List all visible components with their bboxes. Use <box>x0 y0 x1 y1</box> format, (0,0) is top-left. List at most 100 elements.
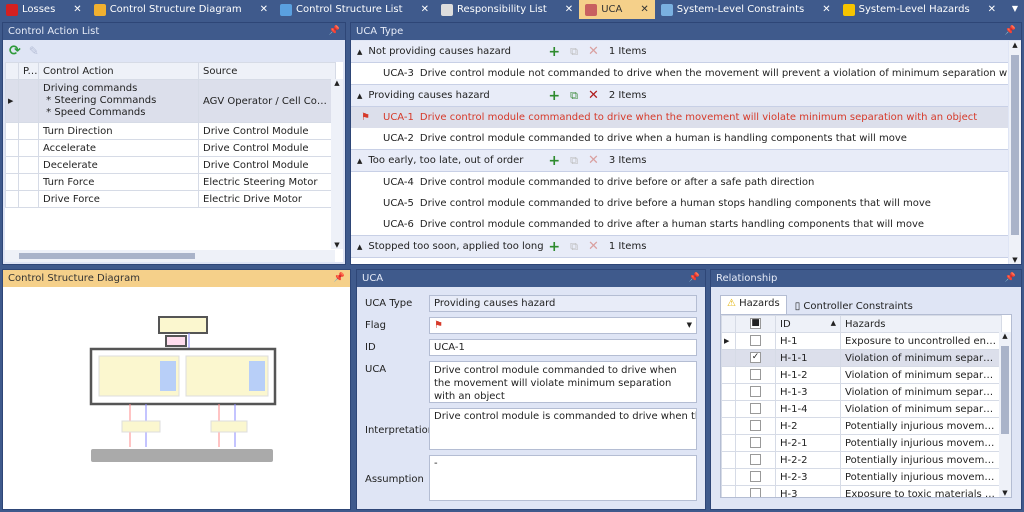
close-icon[interactable]: ✕ <box>988 4 996 15</box>
table-row[interactable]: Accelerate Drive Control Module <box>5 139 336 157</box>
pin-icon[interactable]: 📌 <box>1005 23 1016 40</box>
pin-icon[interactable]: 📌 <box>334 270 345 287</box>
duplicate-icon[interactable]: ⧉ <box>570 45 578 59</box>
add-icon[interactable]: + <box>548 239 560 255</box>
col-header[interactable]: Hazards <box>840 315 1002 333</box>
uca-list-item[interactable]: ⚑ UCA-1 Drive control module commanded to … <box>351 107 1008 128</box>
close-icon[interactable]: ✕ <box>421 4 429 15</box>
row-indicator <box>5 156 19 174</box>
tab-losses[interactable]: Losses ✕ <box>0 0 88 19</box>
col-header[interactable]: ID ▲ <box>775 315 841 333</box>
constraint-icon <box>660 3 673 16</box>
close-icon[interactable]: ✕ <box>260 4 268 15</box>
pin-icon[interactable]: 📌 <box>1005 270 1016 287</box>
pin-icon[interactable]: 📌 <box>689 270 700 287</box>
row-indicator <box>721 417 736 435</box>
table-row[interactable]: ▶ H-1 Exposure to uncontrolled energy... <box>721 332 1002 350</box>
col-header[interactable]: P... <box>18 62 39 80</box>
delete-icon[interactable]: ✕ <box>588 239 599 254</box>
collapse-icon[interactable]: ▲ <box>357 48 362 56</box>
collapse-icon[interactable]: ▲ <box>357 92 362 100</box>
table-row[interactable]: Turn Force Electric Steering Motor <box>5 173 336 191</box>
diagram-canvas[interactable] <box>3 287 350 509</box>
table-row[interactable]: H-1-3 Violation of minimum separation... <box>721 383 1002 401</box>
table-row[interactable]: Decelerate Drive Control Module <box>5 156 336 174</box>
uca-list-item[interactable]: UCA-6 Drive control module commanded to d… <box>351 214 1008 235</box>
interpretation-textarea[interactable]: Drive control module is commanded to dri… <box>429 408 697 450</box>
add-icon[interactable]: + <box>548 153 560 169</box>
tab-control-structure-diagram[interactable]: Control Structure Diagram ✕ <box>88 0 274 19</box>
table-row[interactable]: ✓ H-1-1 Violation of minimum separation... <box>721 349 1002 367</box>
delete-icon[interactable]: ✕ <box>588 44 599 59</box>
vertical-scrollbar[interactable]: ▲ ▼ <box>1009 41 1021 264</box>
table-row[interactable]: ▶ Driving commands * Steering Commands * … <box>5 79 336 123</box>
table-row[interactable]: H-2-2Potentially injurious movement o... <box>721 451 1002 469</box>
pin-icon[interactable]: 📌 <box>329 23 340 40</box>
collapse-icon[interactable]: ▲ <box>357 157 362 165</box>
uca-list-item[interactable]: UCA-2 Drive control module commanded to d… <box>351 128 1008 149</box>
hazard-checkbox[interactable] <box>750 471 761 483</box>
duplicate-icon[interactable]: ⧉ <box>570 240 578 254</box>
tab-system-level-hazards[interactable]: System-Level Hazards ✕ <box>837 0 1002 19</box>
assumption-textarea[interactable]: - <box>429 455 697 501</box>
hazard-checkbox[interactable] <box>750 454 761 466</box>
edit-icon[interactable]: ✎ <box>29 44 39 58</box>
close-icon[interactable]: ✕ <box>822 4 830 15</box>
collapse-icon[interactable]: ▲ <box>357 243 362 251</box>
uca-list-item[interactable]: UCA-4 Drive control module commanded to d… <box>351 172 1008 193</box>
vertical-scrollbar[interactable]: ▲ ▼ <box>999 332 1011 497</box>
table-row[interactable]: H-1-4 Violation of minimum separation... <box>721 400 1002 418</box>
table-row[interactable]: H-2-3Potentially injurious movement o... <box>721 468 1002 486</box>
duplicate-icon[interactable]: ⧉ <box>570 154 578 168</box>
id-input[interactable]: UCA-1 <box>429 339 697 356</box>
hazard-checkbox[interactable] <box>750 437 761 449</box>
tab-responsibility-list[interactable]: Responsibility List ✕ <box>435 0 579 19</box>
uca-group-header[interactable]: ▲ Not providing causes hazard + ⧉ ✕ 1 Items <box>351 41 1008 63</box>
flag-dropdown[interactable]: ⚑ ▼ <box>429 317 697 334</box>
uca-group-header[interactable]: ▲ Stopped too soon, applied too long + ⧉ ✕ 1 … <box>351 236 1008 258</box>
table-row[interactable]: H-2Potentially injurious movement o... <box>721 417 1002 435</box>
row-indicator: ▶ <box>5 79 19 123</box>
table-row[interactable]: Turn Direction Drive Control Module <box>5 122 336 140</box>
uca-list-item[interactable]: UCA-3 Drive control module not commanded … <box>351 63 1008 84</box>
hazard-checkbox[interactable] <box>750 335 761 347</box>
uca-group-header[interactable]: ▲ Providing causes hazard + ⧉ ✕ 2 Items <box>351 85 1008 107</box>
table-row[interactable]: Drive Force Electric Drive Motor <box>5 190 336 208</box>
table-row[interactable]: H-1-2 Violation of minimum separation... <box>721 366 1002 384</box>
tab-uca[interactable]: UCA ✕ <box>579 0 655 19</box>
close-icon[interactable]: ✕ <box>73 4 81 15</box>
hazard-checkbox[interactable] <box>750 488 761 497</box>
tab-system-level-constraints[interactable]: System-Level Constraints ✕ <box>655 0 837 19</box>
uca-list-item[interactable]: UCA-5 Drive control module commanded to d… <box>351 193 1008 214</box>
close-icon[interactable]: ✕ <box>565 4 573 15</box>
select-all-checkbox[interactable]: ■ <box>750 318 761 330</box>
tab-hazards[interactable]: ⚠ Hazards <box>720 295 787 314</box>
warning-icon: ⚠ <box>727 298 736 309</box>
uca-group-header[interactable]: ▲ Too early, too late, out of order + ⧉ ✕ 3 I… <box>351 150 1008 172</box>
duplicate-icon[interactable]: ⧉ <box>570 89 578 103</box>
panel-title-text: Control Structure Diagram <box>8 273 140 284</box>
table-row[interactable]: H-2-1Potentially injurious movement o... <box>721 434 1002 452</box>
delete-icon[interactable]: ✕ <box>588 153 599 168</box>
uca-textarea[interactable]: Drive control module commanded to drive … <box>429 361 697 403</box>
hazard-checkbox[interactable]: ✓ <box>750 352 761 364</box>
tab-control-structure-list[interactable]: Control Structure List ✕ <box>274 0 435 19</box>
refresh-icon[interactable]: ⟳ <box>9 43 21 59</box>
tab-controller-constraints[interactable]: ▯ Controller Constraints <box>787 299 921 314</box>
add-icon[interactable]: + <box>548 88 560 104</box>
table-row[interactable]: H-3 Exposure to toxic materials abov... <box>721 485 1002 497</box>
vertical-scrollbar[interactable]: ▲ ▼ <box>331 79 343 249</box>
horizontal-scrollbar[interactable] <box>5 250 335 262</box>
col-header[interactable]: Source <box>198 62 336 80</box>
add-icon[interactable]: + <box>548 44 560 60</box>
tab-overflow-icon[interactable]: ▼ <box>1012 4 1018 13</box>
uca-text: Drive control module commanded to drive … <box>419 219 925 230</box>
close-icon[interactable]: ✕ <box>640 4 648 15</box>
hazard-checkbox[interactable] <box>750 369 761 381</box>
hazard-checkbox[interactable] <box>750 420 761 432</box>
hazard-checkbox[interactable] <box>750 386 761 398</box>
delete-icon[interactable]: ✕ <box>588 88 599 103</box>
hazard-checkbox[interactable] <box>750 403 761 415</box>
row-indicator <box>721 434 736 452</box>
col-header[interactable]: Control Action <box>38 62 199 80</box>
